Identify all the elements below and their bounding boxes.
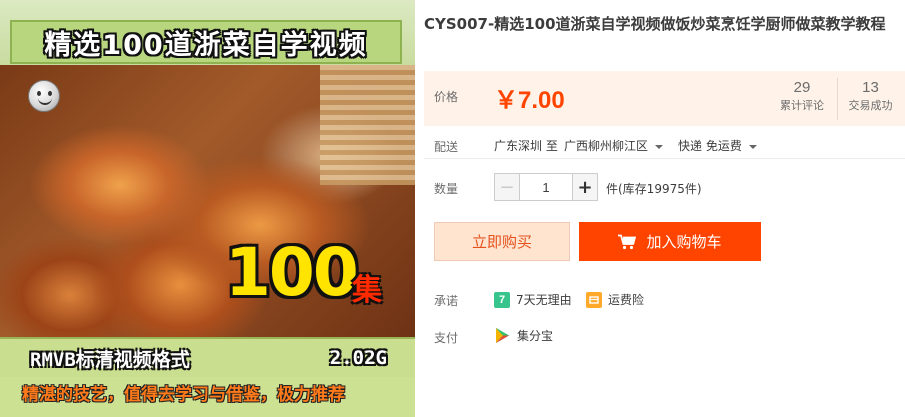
shipping-insurance-text: 运费险 (608, 293, 645, 307)
reviews-label: 累计评论 (780, 99, 824, 112)
shipping-from: 广东深圳 至 (494, 139, 558, 153)
deals-stat[interactable]: 13 交易成功 (837, 78, 903, 120)
chevron-down-icon (655, 144, 664, 149)
image-size-text: 2.02G (329, 347, 387, 369)
quantity-label: 数量 (434, 182, 459, 196)
seven-day-return-service[interactable]: 7 7天无理由 (494, 291, 572, 308)
promise-label: 承诺 (434, 294, 459, 308)
image-format-text: RMVB标清视频格式 (30, 348, 190, 371)
add-to-cart-label: 加入购物车 (646, 233, 722, 251)
shipping-insurance-service[interactable]: 运费险 (586, 291, 644, 308)
shipping-method-select[interactable]: 快递 免运费 (678, 137, 757, 154)
price-label: 价格 (434, 90, 459, 104)
add-to-cart-button[interactable]: 加入购物车 (579, 222, 761, 261)
stock-text: 件(库存19975件) (606, 182, 702, 196)
seven-day-return-text: 7天无理由 (516, 293, 572, 307)
quantity-increase-button[interactable]: + (572, 173, 598, 201)
reviews-stat[interactable]: 29 累计评论 (769, 78, 835, 120)
shipping-label: 配送 (434, 140, 459, 154)
quantity-stepper: − + (494, 173, 598, 201)
shipping-row: 配送 广东深圳 至 广西柳州柳江区 快递 免运费 (424, 131, 905, 159)
quantity-decrease-button[interactable]: − (494, 173, 520, 201)
shipping-destination-text: 广西柳州柳江区 (564, 139, 649, 153)
shipping-method-text: 快递 免运费 (678, 139, 742, 153)
image-episode-suffix: 集 (352, 273, 382, 308)
image-format-band: RMVB标清视频格式 2.02G (0, 337, 415, 377)
price-box: 价格 ￥7.00 29 累计评论 13 交易成功 (424, 71, 905, 126)
image-slogan: 精湛的技艺，值得去学习与借鉴，极力推荐 (22, 385, 345, 405)
payment-method[interactable]: 集分宝 (494, 327, 553, 344)
product-title: CYS007-精选100道浙菜自学视频做饭炒菜烹饪学厨师做菜教学教程 (424, 15, 886, 33)
cart-icon (618, 234, 637, 249)
seven-day-return-icon: 7 (494, 291, 510, 308)
jifenbao-icon (496, 328, 509, 343)
shipping-destination-select[interactable]: 广西柳州柳江区 (564, 137, 664, 154)
payment-method-text: 集分宝 (517, 329, 554, 343)
deals-count: 13 (862, 79, 879, 96)
reviews-count: 29 (793, 79, 811, 96)
product-main-image[interactable]: 精选100道浙菜自学视频 100 集 RMVB标清视频格式 2.02G 精湛的技… (0, 0, 415, 417)
image-title-banner: 精选100道浙菜自学视频 (10, 20, 402, 64)
deals-label: 交易成功 (848, 99, 893, 112)
shipping-insurance-icon (586, 291, 602, 308)
buy-now-button[interactable]: 立即购买 (434, 222, 570, 261)
chevron-down-icon (748, 144, 757, 149)
payment-label: 支付 (434, 331, 459, 345)
product-detail-panel: CYS007-精选100道浙菜自学视频做饭炒菜烹饪学厨师做菜教学教程 价格 ￥7… (424, 0, 905, 417)
image-background-stripes (320, 65, 415, 185)
quantity-input[interactable] (520, 173, 572, 201)
price-value: ￥7.00 (494, 87, 565, 114)
smiley-icon (28, 80, 60, 112)
image-episode-number: 100 (225, 234, 359, 311)
